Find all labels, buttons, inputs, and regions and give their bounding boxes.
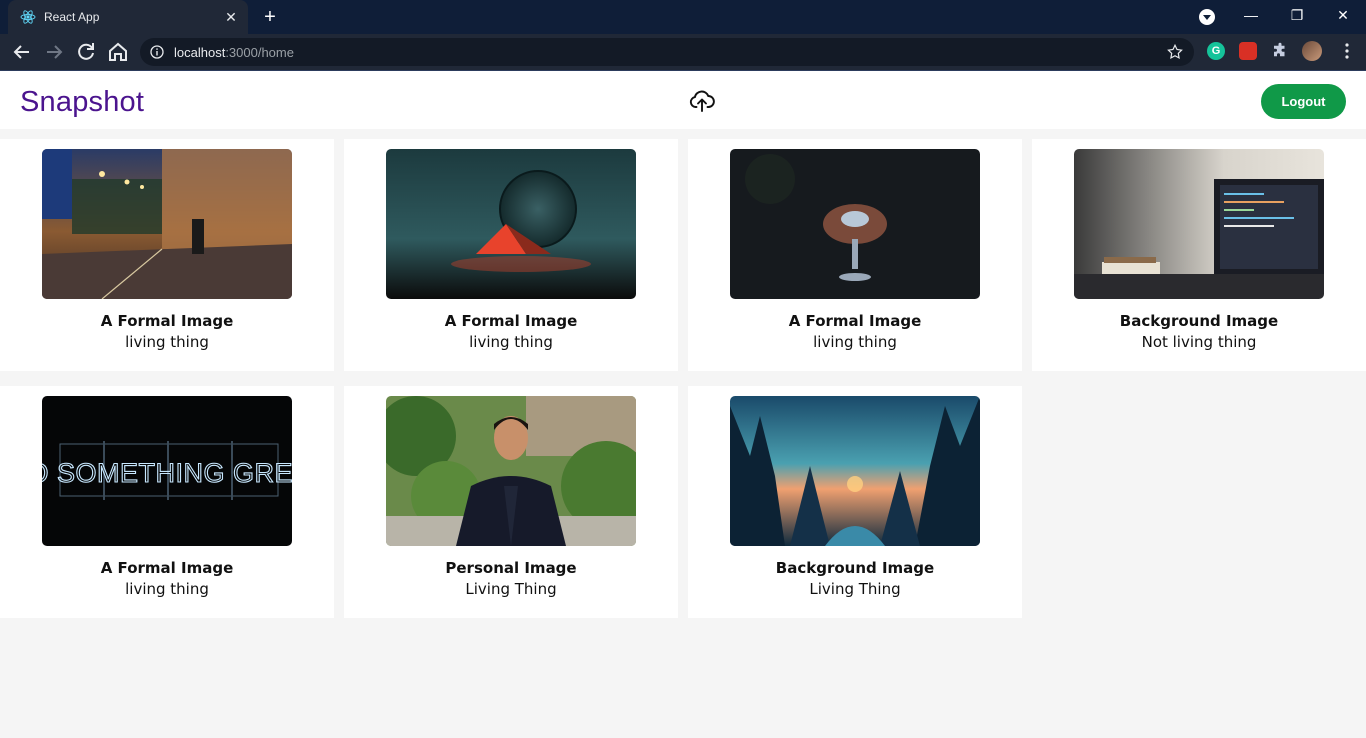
card-subtitle: Not living thing (1141, 333, 1257, 351)
info-icon[interactable] (150, 45, 164, 59)
card-subtitle: living thing (813, 333, 897, 351)
url-host: localhost (174, 45, 226, 60)
minimize-button[interactable]: — (1228, 0, 1274, 34)
neon-text: DO SOMETHING GREAT (42, 458, 292, 488)
card-title: A Formal Image (100, 559, 234, 577)
grammarly-extension-icon[interactable]: G (1207, 42, 1225, 60)
browser-tabstrip: React App ✕ + — ❐ ✕ (0, 0, 1366, 34)
browser-toolbar: localhost:3000/home G (0, 34, 1366, 71)
hands-glass-photo (730, 149, 980, 299)
card-image[interactable] (386, 149, 636, 299)
laptop-desk-photo (1074, 149, 1324, 299)
card-subtitle: living thing (125, 333, 209, 351)
reload-icon[interactable] (74, 40, 98, 64)
restore-button[interactable]: ❐ (1274, 0, 1320, 34)
url-text[interactable]: localhost:3000/home (174, 45, 294, 60)
home-icon[interactable] (106, 40, 130, 64)
image-card[interactable]: Background Image Living Thing (688, 386, 1022, 618)
browser-tab[interactable]: React App ✕ (8, 0, 248, 34)
card-image[interactable] (42, 149, 292, 299)
card-subtitle: living thing (469, 333, 553, 351)
url-path: :3000/home (225, 45, 294, 60)
tab-title: React App (44, 10, 100, 24)
forward-icon[interactable] (42, 40, 66, 64)
forest-landscape-photo (730, 396, 980, 546)
card-title: A Formal Image (788, 312, 922, 330)
window-close-button[interactable]: ✕ (1320, 0, 1366, 34)
card-title: Background Image (1119, 312, 1279, 330)
card-image[interactable] (1074, 149, 1324, 299)
card-subtitle: living thing (125, 580, 209, 598)
image-card[interactable]: A Formal Image living thing (344, 139, 678, 371)
card-subtitle: Living Thing (809, 580, 901, 598)
card-title: Personal Image (445, 559, 577, 577)
neon-sign-photo: DO SOMETHING GREAT (42, 396, 292, 546)
image-card[interactable]: DO SOMETHING GREAT A Formal Image living… (0, 386, 334, 618)
card-image[interactable]: DO SOMETHING GREAT (42, 396, 292, 546)
card-title: Background Image (775, 559, 935, 577)
logout-button[interactable]: Logout (1261, 84, 1346, 119)
image-card[interactable]: A Formal Image living thing (0, 139, 334, 371)
image-card[interactable]: Personal Image Living Thing (344, 386, 678, 618)
app-logo[interactable]: Snapshot (20, 86, 144, 119)
app-header: Snapshot Logout (0, 71, 1366, 129)
new-tab-button[interactable]: + (260, 6, 280, 28)
browser-menu-icon[interactable] (1338, 42, 1356, 60)
extension-icon[interactable] (1239, 42, 1257, 60)
card-title: A Formal Image (100, 312, 234, 330)
tab-search-icon[interactable] (1199, 9, 1215, 25)
night-street-photo (42, 149, 292, 299)
address-bar[interactable]: localhost:3000/home (140, 38, 1194, 66)
react-icon (20, 10, 36, 24)
profile-avatar[interactable] (1302, 41, 1322, 61)
tab-close-icon[interactable]: ✕ (222, 8, 240, 26)
card-image[interactable] (730, 396, 980, 546)
card-image[interactable] (386, 396, 636, 546)
card-subtitle: Living Thing (465, 580, 557, 598)
bookmark-star-icon[interactable] (1166, 43, 1184, 61)
card-image[interactable] (730, 149, 980, 299)
cloud-upload-icon[interactable] (689, 88, 715, 114)
portrait-photo (386, 396, 636, 546)
card-title: A Formal Image (444, 312, 578, 330)
back-icon[interactable] (10, 40, 34, 64)
image-card[interactable]: A Formal Image living thing (688, 139, 1022, 371)
image-card[interactable]: Background Image Not living thing (1032, 139, 1366, 371)
glass-sphere-photo (386, 149, 636, 299)
extensions-puzzle-icon[interactable] (1271, 42, 1289, 60)
